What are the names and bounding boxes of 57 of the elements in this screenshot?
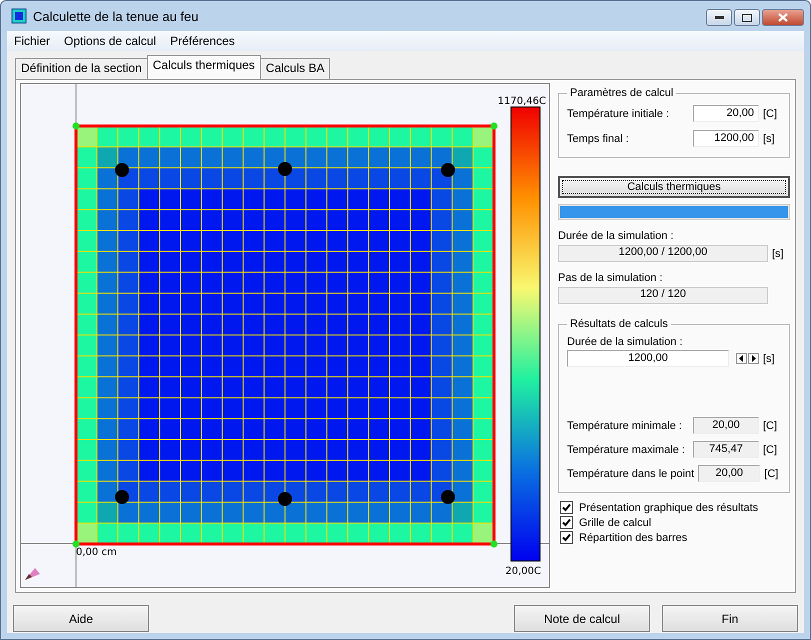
app-icon (11, 8, 27, 24)
checkbox[interactable] (560, 516, 573, 529)
value-display: 20,00 (698, 465, 760, 482)
group-title: Résultats de calculs (569, 318, 669, 330)
previous-button[interactable] (736, 353, 747, 364)
field-label: Temps final : (567, 132, 630, 144)
input-field[interactable]: 20,00 (693, 105, 759, 122)
menu-item[interactable]: Préférences (163, 34, 242, 48)
value-display: 745,47 (693, 441, 759, 458)
unit-label: [C] (764, 468, 780, 480)
field-label: Durée de la simulation : (558, 230, 675, 242)
field-label: Température dans le point (567, 468, 694, 480)
help-button[interactable]: Aide (13, 605, 149, 632)
scale-max-label: 1170,46C (498, 96, 546, 107)
run-button[interactable]: Calculs thermiques (558, 176, 790, 198)
value-display: 20,00 (693, 417, 759, 434)
left-arrow-icon (739, 355, 744, 362)
checkbox-label: Grille de calcul (579, 516, 652, 528)
checkbox[interactable] (560, 501, 573, 514)
field-label: Pas de la simulation : (558, 272, 664, 284)
next-button[interactable] (748, 353, 759, 364)
unit-label: [s] (763, 132, 776, 144)
unit-label: [C] (763, 108, 778, 120)
finish-button[interactable]: Fin (662, 605, 798, 632)
field-label: Température minimale : (567, 420, 683, 432)
minimize-icon (714, 16, 724, 19)
input-field[interactable]: 1200,00 (567, 350, 729, 367)
unit-label: [C] (763, 420, 778, 432)
maximize-button[interactable] (734, 9, 760, 26)
scale-min-label: 20,00C (505, 566, 541, 577)
close-button[interactable] (762, 9, 804, 26)
field-label: Température maximale : (567, 444, 686, 456)
value-display: 1200,00 / 1200,00 (558, 245, 768, 262)
right-arrow-icon (751, 355, 756, 362)
checkbox-label: Présentation graphique des résultats (579, 502, 758, 514)
checkbox[interactable] (560, 531, 573, 544)
minimize-button[interactable] (706, 9, 732, 26)
tab[interactable]: Calculs thermiques (146, 55, 261, 79)
unit-label: [s] (763, 352, 776, 364)
field-label: Durée de la simulation : (567, 336, 684, 348)
note-button[interactable]: Note de calcul (514, 605, 650, 632)
unit-label: [C] (763, 444, 778, 456)
menu-item[interactable]: Fichier (7, 34, 58, 48)
maximize-icon (742, 14, 752, 22)
window-title: Calculette de la tenue au feu (33, 8, 200, 24)
value-display: 120 / 120 (558, 287, 768, 304)
checkbox-label: Répartition des barres (579, 532, 688, 544)
unit-label: [s] (772, 248, 785, 260)
close-icon (778, 13, 788, 22)
field-label: Température initiale : (567, 108, 670, 120)
tab[interactable]: Définition de la section (15, 58, 148, 79)
group-title: Paramètres de calcul (569, 87, 674, 99)
origin-label: 0,00 cm (76, 547, 117, 558)
menu-item[interactable]: Options de calcul (57, 34, 164, 48)
tab[interactable]: Calculs BA (260, 58, 330, 79)
pencil-icon[interactable] (25, 568, 40, 580)
input-field[interactable]: 1200,00 (693, 130, 759, 147)
